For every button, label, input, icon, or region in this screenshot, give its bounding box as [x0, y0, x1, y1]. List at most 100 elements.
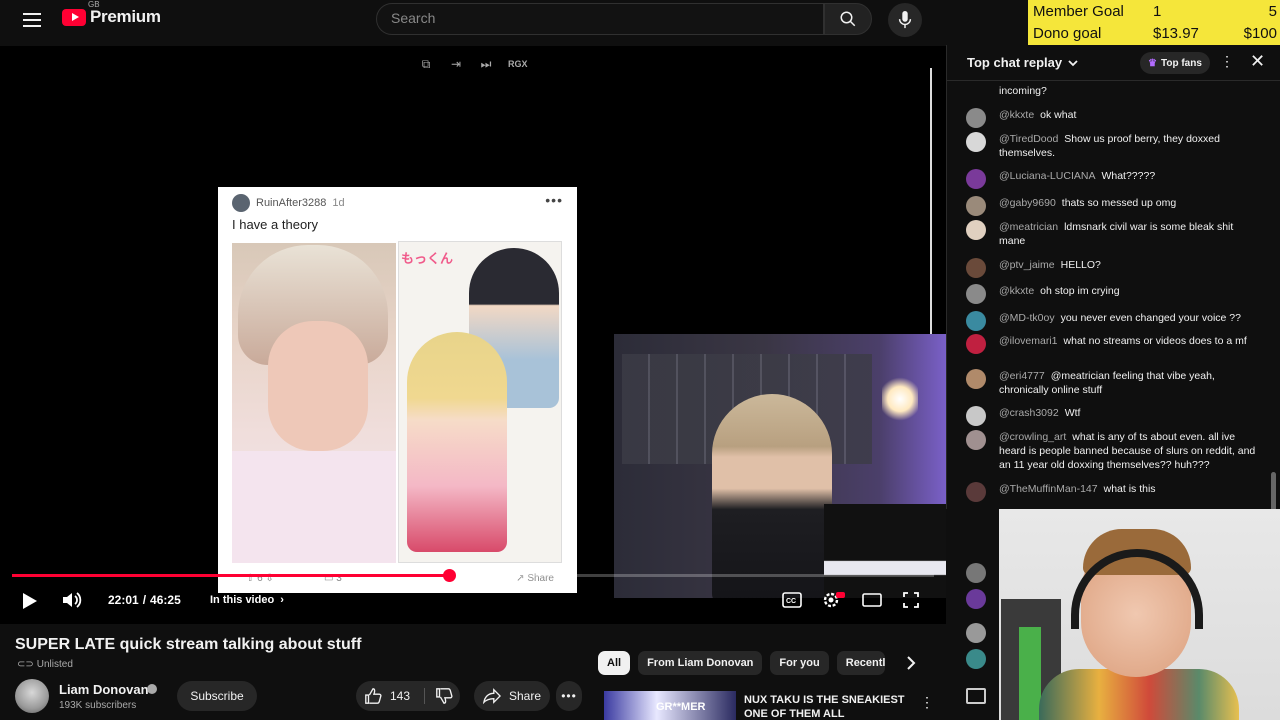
- popout-icon[interactable]: ⧉: [418, 56, 434, 72]
- user-avatar: [966, 589, 986, 609]
- message-author: @MD-tk0oy: [999, 312, 1055, 324]
- anime-image-tag: もっくん: [401, 251, 454, 266]
- share-icon: [482, 688, 501, 704]
- message-author: @Luciana-LUCIANA: [999, 170, 1096, 182]
- message-author: @ptv_jaime: [999, 259, 1055, 271]
- top-fans-label: Top fans: [1160, 57, 1202, 69]
- top-fans-button[interactable]: ♛ Top fans: [1140, 52, 1210, 74]
- message-text: what no streams or videos does to a mf: [1063, 335, 1247, 347]
- post-title: I have a theory: [232, 217, 318, 232]
- message-author: @kkxte: [999, 285, 1035, 297]
- message-author: @ilovemari1: [999, 335, 1058, 347]
- captions-button[interactable]: CC: [782, 590, 802, 610]
- progress-bar[interactable]: [12, 569, 934, 582]
- chat-title: Top chat replay: [967, 55, 1063, 70]
- message-text: HELLO?: [1060, 259, 1101, 271]
- voice-search-button[interactable]: [888, 3, 922, 37]
- message-author: @kkxte: [999, 109, 1035, 121]
- message-author: @crash3092: [999, 407, 1059, 419]
- chip-recently[interactable]: Recently: [836, 651, 885, 675]
- user-avatar: [966, 563, 986, 583]
- youtube-premium-logo[interactable]: Premium: [62, 7, 161, 27]
- dislike-button[interactable]: [432, 681, 456, 711]
- member-goal-row: Member Goal 1 5: [1033, 0, 1277, 22]
- hamburger-menu-icon[interactable]: [20, 8, 44, 32]
- goal-label: Member Goal: [1033, 3, 1124, 20]
- post-username: RuinAfter3288: [256, 197, 327, 209]
- verified-icon: [147, 684, 157, 694]
- message-author: @meatrician: [999, 221, 1059, 233]
- streamer-webcam: [614, 334, 946, 598]
- stream-goal-overlay: Member Goal 1 5 Dono goal $13.97 $100: [1028, 0, 1280, 45]
- chip-from-channel[interactable]: From Liam Donovan: [638, 651, 763, 675]
- rgx-label[interactable]: RGX: [508, 56, 528, 72]
- more-options-icon: •••: [545, 192, 563, 208]
- in-this-video-label: In this video: [210, 594, 275, 606]
- channel-avatar[interactable]: [15, 679, 49, 713]
- video-player[interactable]: ⧉ ⇥ ⏭ RGX RuinAfter3288 1d ••• I have a …: [0, 46, 946, 624]
- user-avatar: [966, 284, 986, 304]
- user-avatar: [966, 649, 986, 669]
- link-icon: ⊂⊃: [17, 659, 34, 670]
- logo-text: Premium: [90, 7, 161, 26]
- user-avatar: [966, 258, 986, 278]
- like-button[interactable]: 143: [364, 681, 410, 711]
- channel-name[interactable]: Liam Donovan: [59, 682, 149, 697]
- dono-goal-row: Dono goal $13.97 $100: [1033, 22, 1277, 44]
- message-text: oh stop im crying: [1040, 285, 1120, 297]
- chevron-right-icon: [907, 656, 916, 670]
- search-input[interactable]: [391, 10, 791, 26]
- post-avatar: [232, 194, 250, 212]
- visibility-badge: ⊂⊃ Unlisted: [17, 659, 73, 670]
- goal-target: $100: [1243, 25, 1277, 42]
- volume-button[interactable]: [62, 590, 82, 610]
- message-author: @eri4777: [999, 370, 1045, 382]
- chips-next-button[interactable]: [902, 654, 920, 672]
- more-actions-button[interactable]: •••: [556, 681, 582, 711]
- in-this-video-button[interactable]: In this video ›: [210, 590, 284, 610]
- chip-all[interactable]: All: [598, 651, 631, 675]
- chat-mode-dropdown[interactable]: Top chat replay: [967, 55, 1078, 70]
- search-box: [376, 3, 824, 35]
- play-button[interactable]: [20, 590, 40, 610]
- user-avatar: [966, 369, 986, 389]
- user-avatar: [966, 406, 986, 426]
- user-avatar: [966, 311, 986, 331]
- user-avatar: [966, 482, 986, 502]
- fullscreen-button[interactable]: [903, 590, 921, 610]
- close-icon[interactable]: ✕: [1250, 51, 1266, 72]
- share-label: Share: [508, 689, 542, 703]
- more-vertical-icon[interactable]: ⋮: [1220, 53, 1234, 70]
- search-button[interactable]: [824, 3, 872, 35]
- message-text: you never even changed your voice ??: [1060, 312, 1241, 324]
- chat-scrollbar[interactable]: [1271, 87, 1276, 513]
- theater-mode-button[interactable]: [862, 590, 882, 610]
- user-avatar: [966, 430, 986, 450]
- skip-icon[interactable]: ⏭: [478, 56, 494, 72]
- more-horizontal-icon: •••: [561, 689, 577, 703]
- enter-icon[interactable]: ⇥: [448, 56, 464, 72]
- chip-for-you[interactable]: For you: [770, 651, 829, 675]
- message-author: @gaby9690: [999, 197, 1056, 209]
- chat-input-icon[interactable]: [966, 688, 986, 704]
- captions-icon: CC: [782, 592, 802, 608]
- divider: [424, 688, 425, 704]
- message-text: ok what: [1040, 109, 1077, 121]
- share-button[interactable]: Share: [474, 681, 550, 711]
- recommendation-title[interactable]: NUX TAKU IS THE SNEAKIEST ONE OF THEM AL…: [744, 693, 916, 720]
- goal-label: Dono goal: [1033, 25, 1102, 42]
- recommendation-chips: All From Liam Donovan For you Recently: [598, 651, 885, 675]
- duration: 46:25: [150, 593, 181, 607]
- progress-scrubber[interactable]: [443, 569, 457, 582]
- message-text: what is this: [1103, 483, 1156, 495]
- user-avatar: [966, 108, 986, 128]
- message-text: What?????: [1101, 170, 1156, 182]
- post-anime-image: もっくん: [398, 241, 562, 563]
- goal-target: 5: [1268, 3, 1277, 20]
- current-time: 22:01: [108, 593, 139, 607]
- more-vertical-icon[interactable]: ⋮: [920, 694, 934, 711]
- stream-toolbar: ⧉ ⇥ ⏭ RGX: [418, 56, 528, 72]
- recommendation-thumbnail[interactable]: GR**MER: [604, 691, 736, 720]
- message-author: @TiredDood: [999, 133, 1059, 145]
- subscribe-button[interactable]: Subscribe: [177, 681, 257, 711]
